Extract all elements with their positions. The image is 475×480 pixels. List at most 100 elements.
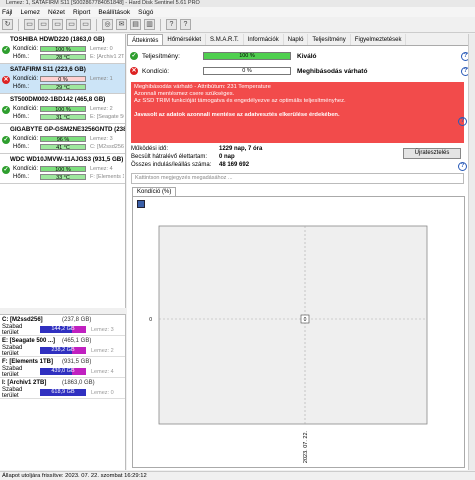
toolbar: ↻ ▭ ▭ ▭ ▭ ▭ ◎ ✉ ▤ ▥ ? ? <box>0 17 475 33</box>
disk-report-icon[interactable]: ▭ <box>52 19 63 30</box>
volume-size: (237,8 GB) <box>62 317 92 323</box>
disk-item[interactable]: ✓ TOSHIBA HDWD220 (1863,0 GB) Kondíció: 1… <box>0 34 125 64</box>
help-icon[interactable]: ? <box>166 19 177 30</box>
disk-surface-icon[interactable]: ▭ <box>80 19 91 30</box>
disk-volume: C: [M2ssd256] <box>90 144 124 150</box>
disk-name: GIGABYTE GP-GSM2NE3256GNTD (238,5 GB) <box>10 126 125 133</box>
disk-name: WDC WD10JMVW-11AJGS3 (931,5 GB) <box>10 156 124 163</box>
stat-row: Működési idő: 1229 nap, 7 óra <box>131 146 331 154</box>
condition-bar: 100 % <box>40 46 86 53</box>
performance-text: Kiváló <box>297 52 317 60</box>
disk-tools-icon[interactable]: ▭ <box>66 19 77 30</box>
disk-item[interactable]: ✓ WDC WD10JMVW-11AJGS3 (931,5 GB) Kondíc… <box>0 154 125 184</box>
comment-field[interactable]: Kattintson megjegyzés megadásához ... <box>131 173 464 184</box>
alert-line: Az SSD TRIM funkcióját támogatva és enge… <box>134 98 346 104</box>
stat-row: Becsült hátralévő élettartam: 0 nap <box>131 154 331 162</box>
temp-bar: 41 °C <box>40 144 86 151</box>
performance-label: Teljesítmény: <box>142 52 180 60</box>
volume-disk: Lemez: 4 <box>91 368 114 375</box>
retest-button[interactable]: Újratesztelés <box>403 148 461 159</box>
menu-view[interactable]: Nézet <box>48 9 65 16</box>
tab-alerts[interactable]: Figyelmeztetések <box>351 34 407 45</box>
disk-number: Lemez: 2 <box>90 106 113 112</box>
vertical-scrollbar[interactable] <box>468 34 475 470</box>
check-icon: ✓ <box>2 136 10 144</box>
print-icon[interactable]: ▤ <box>130 19 141 30</box>
check-icon: ✓ <box>130 52 138 60</box>
free-space-bar: 238,2 GB <box>40 347 86 354</box>
condition-text: Meghibásodás várható <box>297 67 368 75</box>
volume-item[interactable]: E: [Seagate 500 ...] (465,1 GB) Szabad te… <box>0 336 125 357</box>
disk-item[interactable]: ✕ SATAFIRM S11 (223,6 GB) Kondíció: 0 % Le… <box>0 64 125 94</box>
condition-bar: 0 % <box>40 76 86 83</box>
tab-information[interactable]: Információk <box>244 34 284 45</box>
disk-number: Lemez: 4 <box>90 166 113 172</box>
disk-test-icon[interactable]: ▭ <box>38 19 49 30</box>
refresh-icon[interactable]: ↻ <box>2 19 13 30</box>
temp-label: Hőm.: <box>13 144 30 150</box>
volume-item[interactable]: I: [Archiv1 2TB] (1863,0 GB) Szabad terül… <box>0 378 125 399</box>
disk-item[interactable]: ✓ ST500DM002-1BD142 (465,8 GB) Kondíció:… <box>0 94 125 124</box>
disk-volume: E: [Seagate 500] <box>90 114 124 120</box>
volume-disk: Lemez: 2 <box>91 347 114 354</box>
tab-temperature[interactable]: Hőmérséklet <box>163 34 207 45</box>
disk-list: ✓ TOSHIBA HDWD220 (1863,0 GB) Kondíció: 1… <box>0 34 126 308</box>
help-icon[interactable]: ? <box>458 117 467 126</box>
menu-bar: Fájl Lemez Nézet Riport Beállítások Súgó <box>0 7 475 17</box>
condition-label: Kondíció: <box>142 67 170 75</box>
condition-bar: 0 % <box>203 67 291 75</box>
disk-item[interactable]: ✓ GIGABYTE GP-GSM2NE3256GNTD (238,5 GB) … <box>0 124 125 154</box>
volume-list: C: [M2ssd256] (237,8 GB) Szabad terület 14… <box>0 314 126 470</box>
help-icon[interactable]: ? <box>458 162 467 171</box>
tab-overview[interactable]: Áttekintés <box>127 34 164 45</box>
volume-size: (931,5 GB) <box>62 359 92 365</box>
tab-bar: Áttekintés Hőmérséklet S.M.A.R.T. Inform… <box>127 34 475 46</box>
stat-label: Összes indulás/leállás száma: <box>131 162 212 168</box>
y-tick-label: 0 <box>149 317 152 323</box>
temp-bar: 29 °C <box>40 84 86 91</box>
tab-smart[interactable]: S.M.A.R.T. <box>206 34 244 45</box>
condition-row: ✕ Kondíció: 0 % Meghibásodás várható ? <box>127 65 475 77</box>
check-icon: ✓ <box>2 106 10 114</box>
report-icon[interactable]: ▥ <box>144 19 155 30</box>
volume-item[interactable]: C: [M2ssd256] (237,8 GB) Szabad terület 14… <box>0 315 125 336</box>
tab-log[interactable]: Napló <box>284 34 309 45</box>
volume-item[interactable]: F: [Elements 1TB] (931,5 GB) Szabad terül… <box>0 357 125 378</box>
mail-icon[interactable]: ✉ <box>116 19 127 30</box>
temp-bar: 33 °C <box>40 174 86 181</box>
menu-disk[interactable]: Lemez <box>20 9 40 16</box>
main-panel: Áttekintés Hőmérséklet S.M.A.R.T. Inform… <box>127 34 475 470</box>
window-title: Lemez: 1, SATAFIRM S11 [S002867784051848… <box>0 0 475 7</box>
globe-icon[interactable]: ◎ <box>102 19 113 30</box>
volume-disk: Lemez: 3 <box>91 326 114 333</box>
temp-label: Hőm.: <box>13 114 30 120</box>
error-icon: ✕ <box>2 76 10 84</box>
performance-bar: 100 % <box>203 52 291 60</box>
error-icon: ✕ <box>130 67 138 75</box>
toolbar-separator <box>18 18 19 31</box>
free-space-label: Szabad terület <box>2 386 23 399</box>
tab-performance[interactable]: Teljesítmény <box>308 34 351 45</box>
menu-help[interactable]: Súgó <box>138 9 153 16</box>
alert-line: Azonnali mentésmez csere szükséges. <box>134 91 235 97</box>
disk-info-icon[interactable]: ▭ <box>24 19 35 30</box>
condition-bar: 100 % <box>40 166 86 173</box>
check-icon: ✓ <box>2 166 10 174</box>
temp-label: Hőm.: <box>13 174 30 180</box>
alert-recommendation: Javasolt az adatok azonnali mentése az a… <box>134 112 340 118</box>
check-icon: ✓ <box>2 46 10 54</box>
condition-bar: 100 % <box>40 106 86 113</box>
free-space-bar: 144,2 GB <box>40 326 86 333</box>
stat-value: 48 169 692 <box>219 162 250 168</box>
menu-settings[interactable]: Beállítások <box>98 9 130 16</box>
menu-file[interactable]: Fájl <box>2 9 12 16</box>
free-space-bar: 439,0 GB <box>40 368 86 375</box>
stat-row: Összes indulás/leállás száma: 48 169 692 <box>131 162 331 170</box>
condition-bar: 96 % <box>40 136 86 143</box>
status-bar: Állapot utoljára frissítve: 2023. 07. 22… <box>0 471 475 480</box>
about-icon[interactable]: ? <box>180 19 191 30</box>
disk-number: Lemez: 0 <box>90 46 113 52</box>
alert-box: Meghibásodás várható - Attribútum: 231 T… <box>131 82 464 143</box>
menu-report[interactable]: Riport <box>73 9 90 16</box>
disk-number: Lemez: 1 <box>90 76 113 82</box>
